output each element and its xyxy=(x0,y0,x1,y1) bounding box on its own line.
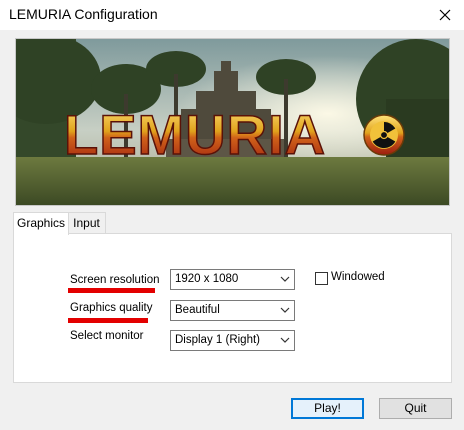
select-monitor-select[interactable]: Display 1 (Right) xyxy=(170,330,295,351)
window-title: LEMURIA Configuration xyxy=(9,6,158,22)
banner-image: LEMURIA xyxy=(15,38,450,206)
close-icon xyxy=(439,9,451,21)
quit-button[interactable]: Quit xyxy=(379,398,452,419)
chevron-down-icon xyxy=(280,276,290,282)
windowed-checkbox[interactable] xyxy=(315,272,328,285)
close-button[interactable] xyxy=(426,0,464,30)
highlight-mark-quality xyxy=(68,318,148,323)
highlight-mark-resolution xyxy=(68,288,155,293)
graphics-quality-select[interactable]: Beautiful xyxy=(170,300,295,321)
screen-resolution-select[interactable]: 1920 x 1080 xyxy=(170,269,295,290)
chevron-down-icon xyxy=(280,337,290,343)
tab-input[interactable]: Input xyxy=(67,212,106,233)
chevron-down-icon xyxy=(280,307,290,313)
title-bar: LEMURIA Configuration xyxy=(0,0,464,30)
select-monitor-label: Select monitor xyxy=(70,330,144,342)
screen-resolution-value: 1920 x 1080 xyxy=(175,273,239,285)
graphics-quality-label: Graphics quality xyxy=(70,302,153,314)
graphics-quality-value: Beautiful xyxy=(175,304,220,316)
radiation-icon xyxy=(363,114,405,156)
banner-logo-text: LEMURIA xyxy=(64,103,326,166)
tab-graphics[interactable]: Graphics xyxy=(13,212,69,235)
select-monitor-value: Display 1 (Right) xyxy=(175,334,260,346)
screen-resolution-label: Screen resolution xyxy=(70,274,160,286)
play-button[interactable]: Play! xyxy=(291,398,364,419)
windowed-label: Windowed xyxy=(331,271,385,283)
